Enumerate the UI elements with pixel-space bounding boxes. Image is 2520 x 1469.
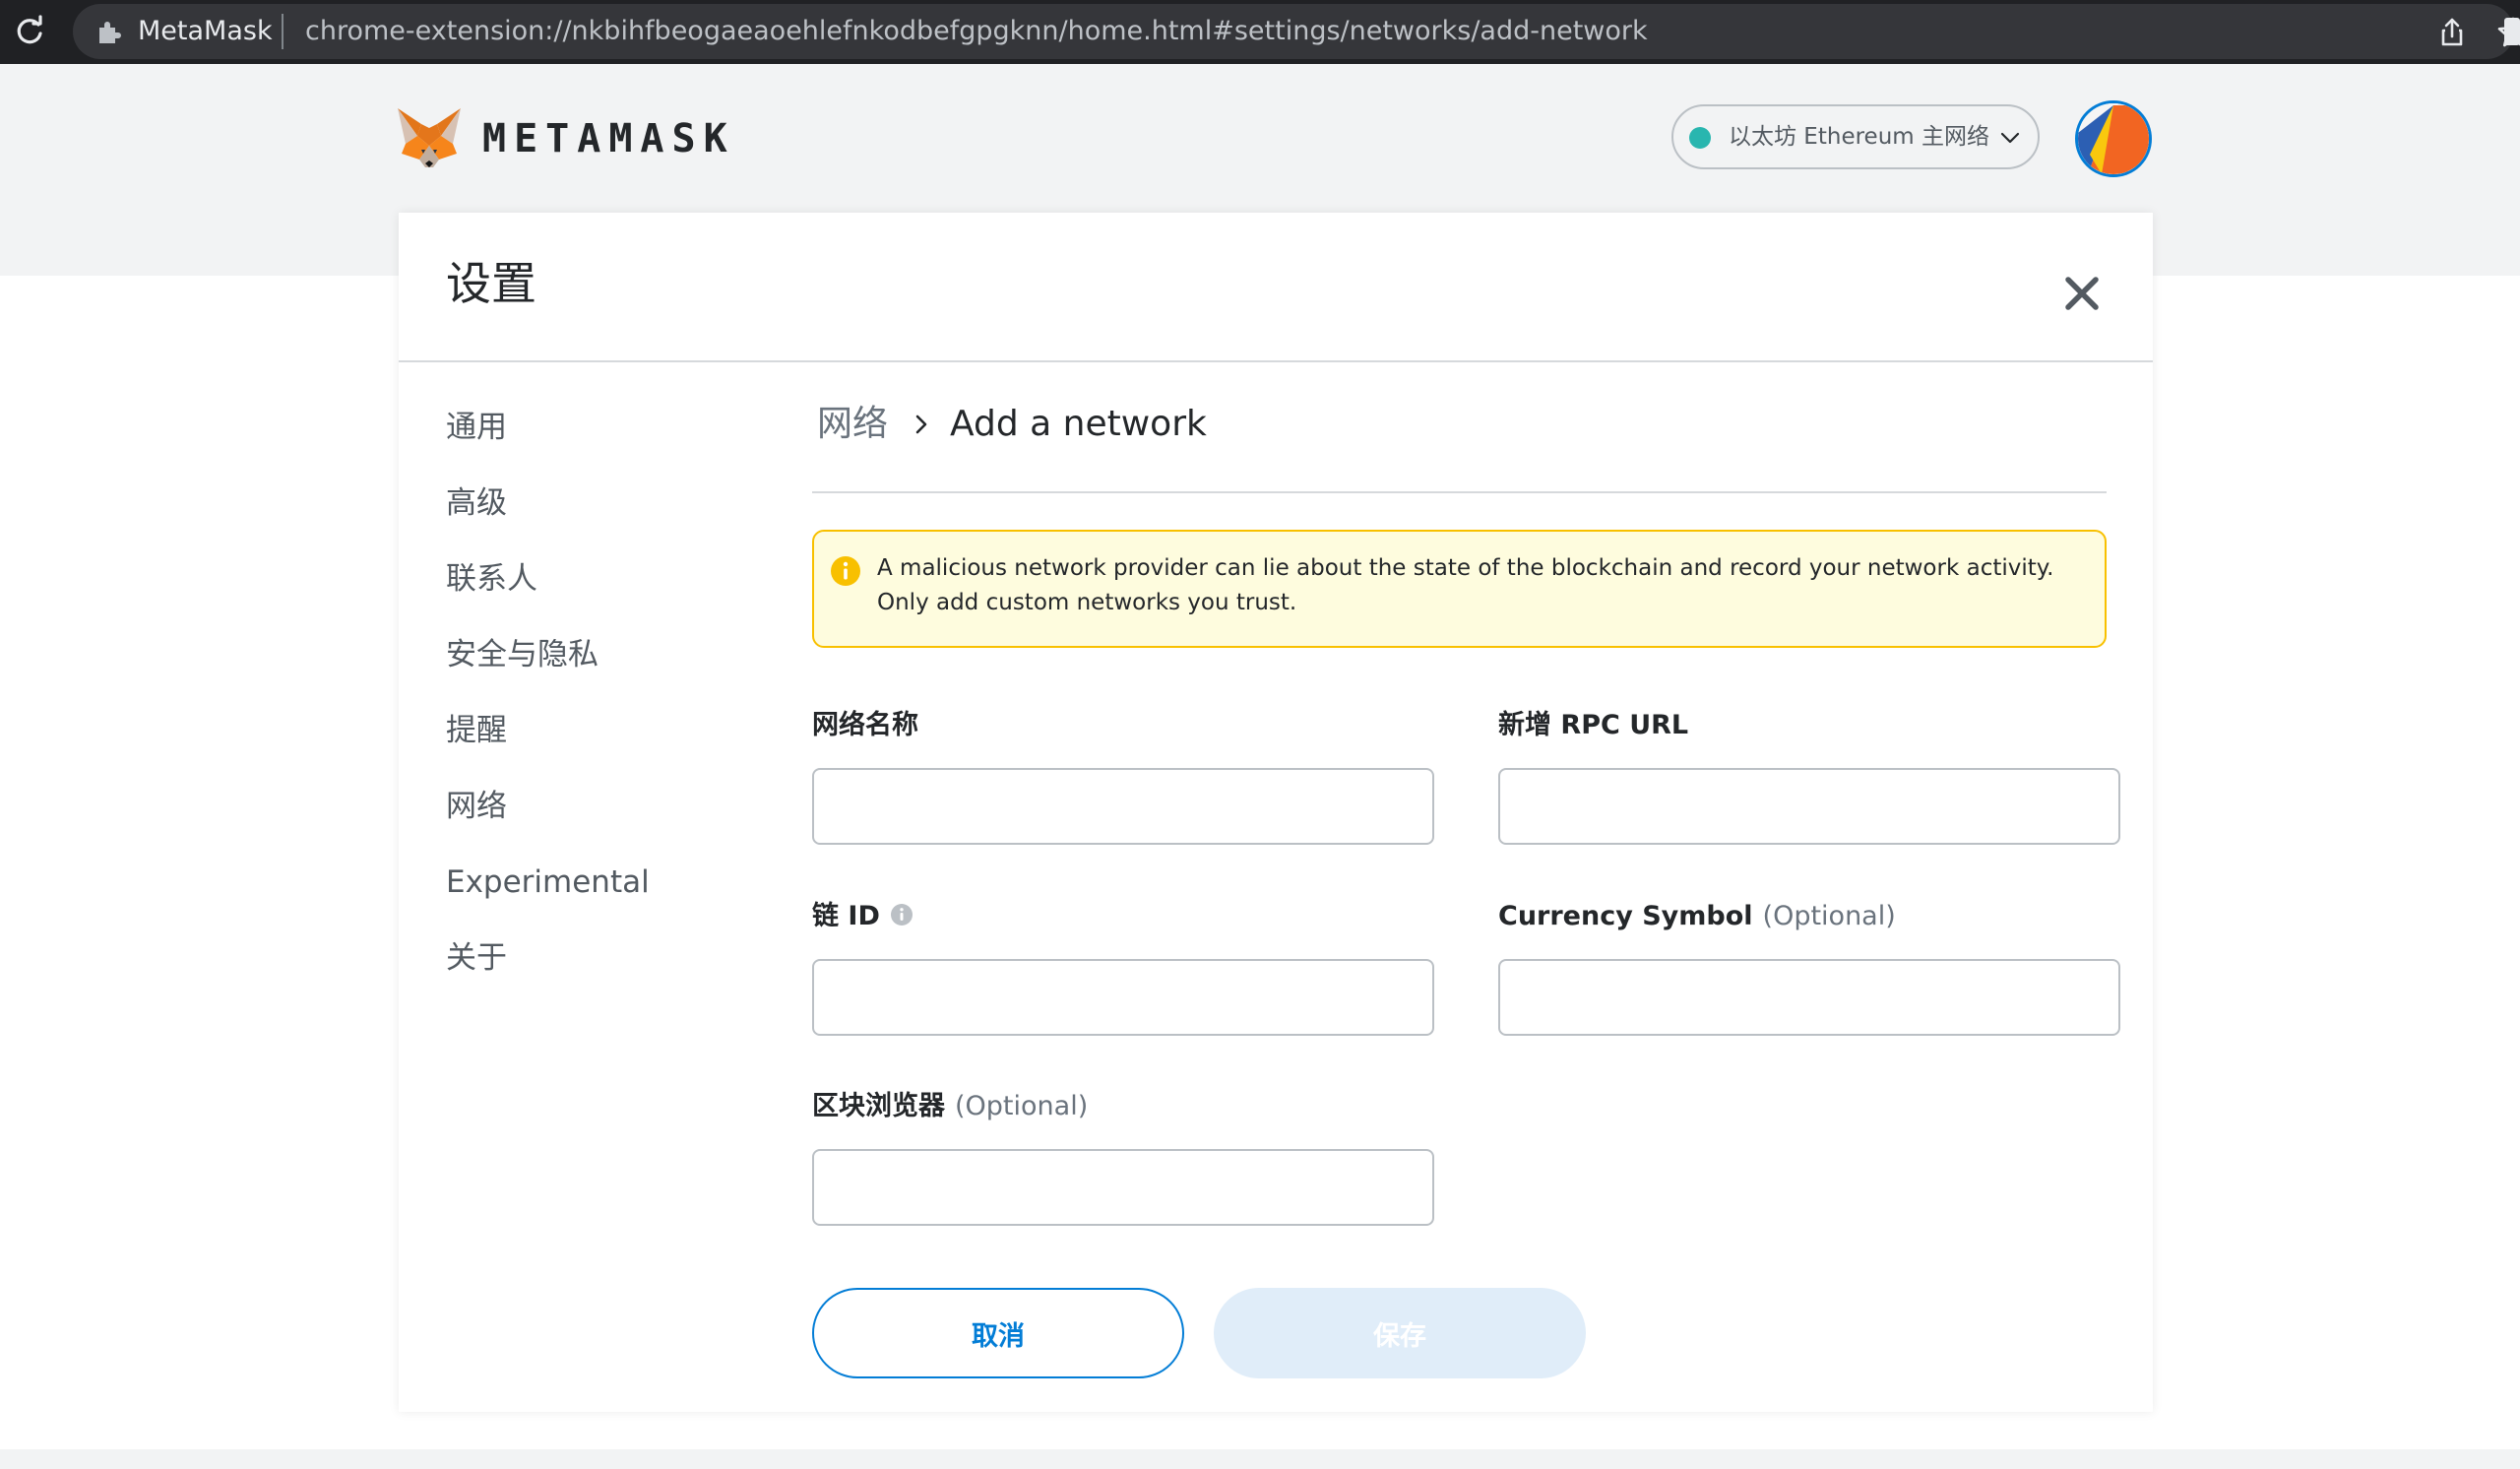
reload-icon[interactable] [12,14,47,49]
sidebar-item-contacts[interactable]: 联系人 [446,559,537,599]
breadcrumb-networks-link[interactable]: 网络 [817,400,888,449]
save-button[interactable]: 保存 [1214,1288,1586,1378]
rpc-url-label-text: 新增 RPC URL [1498,710,1689,740]
address-bar[interactable]: MetaMask chrome-extension://nkbihfbeogae… [73,4,2520,59]
page-title: 设置 [446,257,536,310]
block-explorer-input[interactable] [812,1149,1434,1226]
sidebar-item-general[interactable]: 通用 [446,408,507,447]
close-icon[interactable] [2060,272,2104,315]
sidebar-item-advanced[interactable]: 高级 [446,483,507,523]
warning-banner: A malicious network provider can lie abo… [812,530,2107,648]
url-text[interactable]: chrome-extension://nkbihfbeogaeaoehlefnk… [305,17,1648,46]
header-divider [399,360,2153,362]
network-status-dot [1689,127,1711,149]
network-name-input[interactable] [812,768,1434,845]
cancel-button[interactable]: 取消 [812,1288,1184,1378]
content-divider [812,491,2107,493]
optional-tag: (Optional) [1762,901,1896,931]
network-selector[interactable]: 以太坊 Ethereum 主网络 [1671,104,2040,169]
metamask-fox-logo[interactable] [396,106,463,169]
address-separator [282,14,284,49]
sidebar-item-experimental[interactable]: Experimental [446,862,650,902]
site-name: MetaMask [138,16,273,46]
sidebar-item-alerts[interactable]: 提醒 [446,711,507,750]
chevron-right-icon [911,414,932,435]
puzzle-icon [94,17,124,46]
network-name-label-text: 网络名称 [812,710,918,740]
currency-symbol-label-text: Currency Symbol [1498,901,1753,931]
sidebar-item-about[interactable]: 关于 [446,938,507,978]
settings-card: 设置 通用 高级 联系人 安全与隐私 提醒 网络 Experimental 关于… [399,213,2153,1412]
info-icon[interactable] [890,902,914,926]
warning-text: A malicious network provider can lie abo… [877,555,2054,615]
chain-id-label-text: 链 ID [812,901,880,931]
currency-symbol-label: Currency Symbol (Optional) [1498,900,1896,933]
network-name: 以太坊 Ethereum 主网络 [1729,124,1989,150]
sidebar-item-security[interactable]: 安全与隐私 [446,635,598,674]
chevron-down-icon [1998,126,2022,150]
optional-tag: (Optional) [955,1091,1089,1121]
block-explorer-label-text: 区块浏览器 [812,1091,945,1121]
share-icon[interactable] [2435,16,2469,49]
metamask-wordmark: METAMASK [482,116,735,161]
currency-symbol-input[interactable] [1498,959,2120,1036]
chain-id-input[interactable] [812,959,1434,1036]
breadcrumb-current: Add a network [950,404,1207,444]
network-name-label: 网络名称 [812,709,918,742]
page-bottom-strip [0,1449,2520,1469]
account-avatar[interactable] [2075,100,2152,177]
browser-toolbar: MetaMask chrome-extension://nkbihfbeogae… [0,0,2520,64]
rpc-url-input[interactable] [1498,768,2120,845]
extensions-icon[interactable] [2504,18,2520,45]
sidebar-item-networks[interactable]: 网络 [446,787,507,826]
rpc-url-label: 新增 RPC URL [1498,709,1688,742]
chain-id-label: 链 ID [812,900,914,933]
block-explorer-label: 区块浏览器 (Optional) [812,1090,1088,1123]
warning-info-icon [830,555,861,587]
